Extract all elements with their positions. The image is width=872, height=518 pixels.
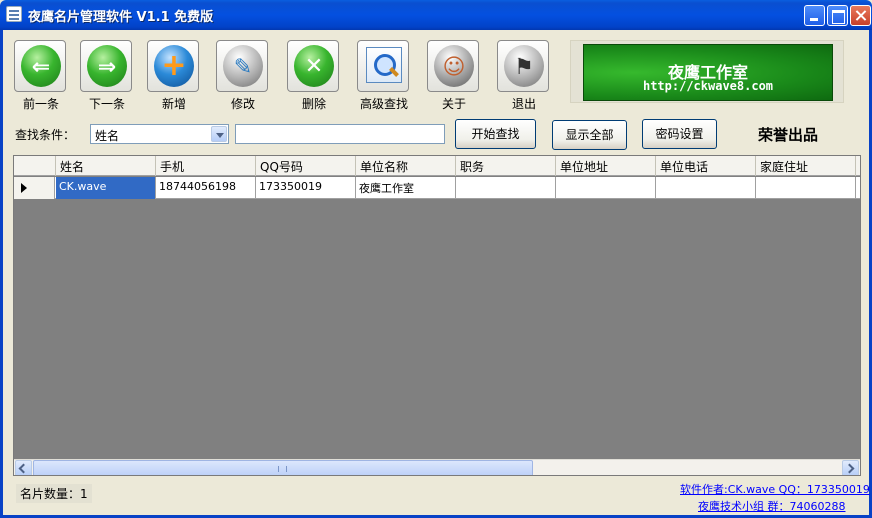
plus-icon: +	[154, 45, 194, 87]
button-face	[357, 40, 409, 92]
studio-banner: 夜鹰工作室 http://ckwave8.com	[570, 40, 844, 103]
search-field-value: 姓名	[95, 129, 120, 143]
exit-button[interactable]: ⚑ 退出	[497, 40, 551, 112]
column-header[interactable]: 姓名	[56, 156, 156, 176]
exit-icon: ⚑	[504, 45, 544, 87]
column-header[interactable]: 单位电话	[656, 156, 756, 176]
add-label: 新增	[161, 97, 186, 111]
exit-label: 退出	[511, 97, 536, 111]
search-field-select[interactable]: 姓名	[90, 124, 229, 144]
chevron-down-icon[interactable]	[211, 126, 227, 142]
button-face: ⚑	[497, 40, 549, 92]
table-cell[interactable]: 173350019	[256, 177, 356, 199]
prev-record-button[interactable]: ⇐ 前一条	[14, 40, 68, 112]
group-link[interactable]: 夜鹰技术小组 群：74060288	[698, 498, 845, 514]
button-face: ⇒	[80, 40, 132, 92]
button-face: ☺	[427, 40, 479, 92]
add-button[interactable]: + 新增	[147, 40, 201, 112]
minimize-button[interactable]	[804, 5, 825, 26]
window-title: 夜鹰名片管理软件 V1.1 免费版	[28, 10, 214, 25]
magnifier-icon	[366, 47, 402, 83]
horizontal-scrollbar[interactable]	[14, 459, 860, 475]
author-link[interactable]: 软件作者:CK.wave QQ：173350019	[680, 481, 870, 497]
button-face: ⇐	[14, 40, 66, 92]
scroll-left-icon[interactable]	[15, 460, 32, 475]
delete-label: 删除	[301, 97, 326, 111]
search-input[interactable]	[235, 124, 445, 144]
scrollbar-thumb[interactable]	[33, 460, 533, 475]
edit-label: 修改	[230, 97, 255, 111]
app-icon	[6, 6, 22, 22]
show-all-button[interactable]: 显示全部	[552, 120, 627, 150]
grid-header: 姓名 手机 QQ号码 单位名称 职务 单位地址 单位电话 家庭住址	[14, 156, 860, 176]
table-cell[interactable]	[656, 177, 756, 199]
button-face: ✕	[287, 40, 339, 92]
banner-panel: 夜鹰工作室 http://ckwave8.com	[583, 44, 833, 101]
column-header[interactable]: 职务	[456, 156, 556, 176]
scroll-right-icon[interactable]	[842, 460, 859, 475]
about-label: 关于	[441, 97, 466, 111]
delete-button[interactable]: ✕ 删除	[287, 40, 341, 112]
close-button[interactable]	[850, 5, 871, 26]
start-search-button[interactable]: 开始查找	[455, 119, 536, 149]
search-condition-label: 查找条件：	[15, 128, 76, 142]
quill-icon: ✎	[223, 45, 263, 87]
button-face: +	[147, 40, 199, 92]
table-cell[interactable]	[556, 177, 656, 199]
column-header[interactable]: 家庭住址	[756, 156, 856, 176]
table-row[interactable]: CK.wave 18744056198 173350019 夜鹰工作室	[14, 177, 860, 199]
column-header[interactable]: QQ号码	[256, 156, 356, 176]
arrow-right-icon: ⇒	[87, 45, 127, 87]
cards-grid[interactable]: 姓名 手机 QQ号码 单位名称 职务 单位地址 单位电话 家庭住址 CK.wav…	[13, 155, 861, 476]
column-header[interactable]: 手机	[156, 156, 256, 176]
edit-button[interactable]: ✎ 修改	[216, 40, 270, 112]
next-record-label: 下一条	[88, 97, 125, 111]
table-cell[interactable]	[456, 177, 556, 199]
maximize-button[interactable]	[827, 5, 848, 26]
button-face: ✎	[216, 40, 268, 92]
next-record-button[interactable]: ⇒ 下一条	[80, 40, 134, 112]
table-cell[interactable]	[756, 177, 856, 199]
column-header[interactable]: 单位地址	[556, 156, 656, 176]
advanced-search-label: 高级查找	[359, 97, 408, 111]
row-selector-icon[interactable]	[14, 177, 55, 199]
password-settings-button[interactable]: 密码设置	[642, 119, 717, 149]
arrow-left-icon: ⇐	[21, 45, 61, 87]
table-cell[interactable]: 夜鹰工作室	[356, 177, 456, 199]
table-cell[interactable]: 18744056198	[156, 177, 256, 199]
table-cell[interactable]: CK.wave	[56, 177, 156, 199]
title-bar[interactable]: 夜鹰名片管理软件 V1.1 免费版	[0, 0, 872, 30]
header-corner	[14, 156, 56, 176]
delete-icon: ✕	[294, 45, 334, 87]
info-icon: ☺	[434, 45, 474, 87]
card-count-label: 名片数量：	[20, 487, 81, 501]
banner-url: http://ckwave8.com	[642, 79, 774, 93]
honor-text: 荣誉出品	[758, 126, 819, 144]
prev-record-label: 前一条	[22, 97, 59, 111]
card-count-value: 1	[80, 487, 88, 501]
card-count: 名片数量：1	[16, 484, 92, 503]
advanced-search-button[interactable]: 高级查找	[357, 40, 411, 112]
column-header[interactable]: 单位名称	[356, 156, 456, 176]
about-button[interactable]: ☺ 关于	[427, 40, 481, 112]
